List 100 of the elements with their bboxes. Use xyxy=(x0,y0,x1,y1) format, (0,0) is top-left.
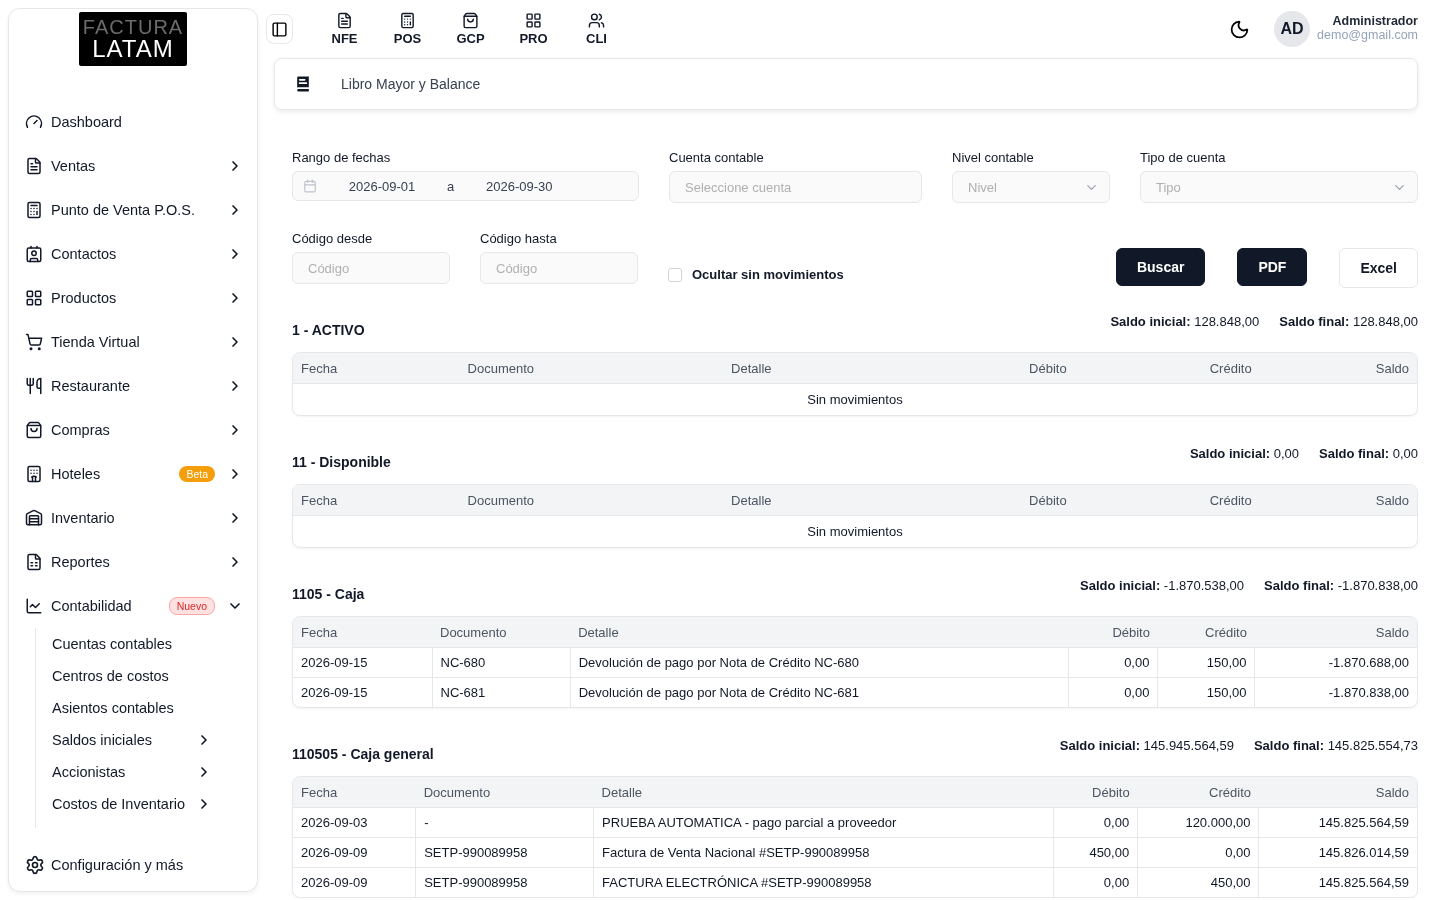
sidebar-item[interactable]: Hoteles Beta xyxy=(25,452,243,496)
column-header: Saldo xyxy=(1254,617,1417,648)
table-cell: 145.825.564,59 xyxy=(1259,867,1417,897)
action-button[interactable]: PDF xyxy=(1237,248,1308,286)
page-title: Libro Mayor y Balance xyxy=(341,76,481,92)
column-header: Fecha xyxy=(293,353,460,384)
contact-card-icon xyxy=(25,245,43,263)
cart-icon xyxy=(25,333,43,351)
grid-icon xyxy=(525,12,542,29)
user-name: Administrador xyxy=(1332,15,1418,29)
opening-balance: Saldo inicial: 145.945.564,59 xyxy=(1059,738,1234,753)
sidebar-item[interactable]: Tienda Virtual xyxy=(25,320,243,364)
column-header: Fecha xyxy=(293,617,432,648)
sidebar-item[interactable]: Reportes xyxy=(25,540,243,584)
column-header: Débito xyxy=(903,485,1075,516)
closing-balance: Saldo final: 128.848,00 xyxy=(1279,314,1418,329)
action-button[interactable]: Buscar xyxy=(1115,248,1206,286)
badge: Beta xyxy=(179,466,215,482)
table-cell: 150,00 xyxy=(1157,677,1255,707)
utensils-icon xyxy=(25,377,43,395)
table-cell: 0,00 xyxy=(1053,807,1138,838)
column-header: Débito xyxy=(1053,777,1138,808)
table-cell: FACTURA ELECTRÓNICA #SETP-990089958 xyxy=(593,867,1054,897)
column-header: Documento xyxy=(459,485,724,516)
column-header: Débito xyxy=(903,353,1075,384)
gauge-icon xyxy=(25,113,43,131)
table-cell: 450,00 xyxy=(1053,837,1138,868)
table-cell: 2026-09-09 xyxy=(293,837,416,868)
column-header: Documento xyxy=(432,617,571,648)
submenu-item[interactable]: Cuentas contables xyxy=(52,628,212,660)
sidebar-item[interactable]: Ventas xyxy=(25,144,243,188)
sidebar-item[interactable]: Productos xyxy=(25,276,243,320)
table-cell: NC-680 xyxy=(432,647,571,678)
date-range-field[interactable]: 2026-09-01 a 2026-09-30 xyxy=(292,171,639,201)
table-cell: SETP-990089958 xyxy=(415,867,594,897)
submenu-item[interactable]: Asientos contables xyxy=(52,692,212,724)
nav-button[interactable]: CLI xyxy=(565,12,628,46)
avatar[interactable]: AD xyxy=(1274,11,1311,47)
field-label: Nivel contable xyxy=(952,150,1035,165)
panel-icon xyxy=(271,20,288,38)
checkbox[interactable] xyxy=(668,267,682,282)
logo: FACTURA LATAM xyxy=(79,12,187,66)
document-icon xyxy=(25,157,43,175)
opening-balance: Saldo inicial: -1.870.538,00 xyxy=(1080,578,1245,593)
field-label: Rango de fechas xyxy=(292,150,392,165)
sidebar-item[interactable]: Inventario xyxy=(25,496,243,540)
users-icon xyxy=(588,12,605,29)
nav-button[interactable]: POS xyxy=(376,12,439,46)
field-label: Cuenta contable xyxy=(669,150,765,165)
table-cell: 2026-09-03 xyxy=(293,807,416,838)
table-cell: Devolución de pago por Nota de Crédito NC-681 xyxy=(570,677,1069,707)
code-field[interactable]: Código xyxy=(480,252,638,284)
empty-message: Sin movimientos xyxy=(293,383,1417,415)
table-cell: -1.870.838,00 xyxy=(1254,677,1417,707)
sidebar-item[interactable]: Compras xyxy=(25,408,243,452)
column-header: Detalle xyxy=(570,617,1069,648)
submenu-item[interactable]: Saldos iniciales xyxy=(52,724,212,756)
badge: Nuevo xyxy=(168,597,215,615)
hotel-icon xyxy=(25,465,43,483)
column-header: Crédito xyxy=(1137,777,1259,808)
table-cell: 0,00 xyxy=(1068,677,1158,707)
nav-button[interactable]: PRO xyxy=(502,12,565,46)
sidebar-item[interactable]: Dashboard xyxy=(25,100,243,144)
column-header: Fecha xyxy=(293,485,460,516)
table-cell: - xyxy=(415,807,594,838)
sidebar-item[interactable]: Punto de Venta P.O.S. xyxy=(25,188,243,232)
line-chart-icon xyxy=(25,597,43,615)
column-header: Detalle xyxy=(723,353,904,384)
closing-balance: Saldo final: 0,00 xyxy=(1319,446,1418,461)
account-field[interactable]: Seleccione cuenta xyxy=(669,171,922,203)
submenu-item[interactable]: Accionistas xyxy=(52,756,212,788)
table-cell: -1.870.688,00 xyxy=(1254,647,1417,678)
table-cell: Factura de Venta Nacional #SETP-990089958 xyxy=(593,837,1054,868)
sidebar-item[interactable]: Restaurante xyxy=(25,364,243,408)
code-field[interactable]: Código xyxy=(292,252,450,284)
settings-icon xyxy=(25,855,45,875)
sidebar-item[interactable]: Contabilidad Nuevo xyxy=(25,584,243,628)
table-cell: NC-681 xyxy=(432,677,571,707)
sidebar-toggle-button[interactable] xyxy=(266,14,293,44)
field-label: Tipo de cuenta xyxy=(1140,150,1227,165)
submenu-item[interactable]: Centros de costos xyxy=(52,660,212,692)
account-title: 1 - ACTIVO xyxy=(292,321,365,338)
nav-button[interactable]: GCP xyxy=(439,12,502,46)
opening-balance: Saldo inicial: 128.848,00 xyxy=(1110,314,1260,329)
settings-link[interactable]: Configuración y más xyxy=(9,847,257,891)
column-header: Crédito xyxy=(1074,485,1260,516)
nav-button[interactable]: NFE xyxy=(313,12,376,46)
theme-toggle-button[interactable] xyxy=(1229,18,1251,40)
warehouse-icon xyxy=(25,509,43,527)
grid-icon xyxy=(25,289,43,307)
column-header: Crédito xyxy=(1157,617,1255,648)
submenu-item[interactable]: Costos de Inventario xyxy=(52,788,212,820)
table-cell: 450,00 xyxy=(1137,867,1259,897)
field-label: Código desde xyxy=(292,231,374,246)
column-header: Saldo xyxy=(1259,353,1417,384)
table-cell: 0,00 xyxy=(1068,647,1158,678)
action-button[interactable]: Excel xyxy=(1339,248,1418,288)
sidebar-item[interactable]: Contactos xyxy=(25,232,243,276)
closing-balance: Saldo final: 145.825.554,73 xyxy=(1253,738,1418,753)
calculator-icon xyxy=(399,12,416,29)
